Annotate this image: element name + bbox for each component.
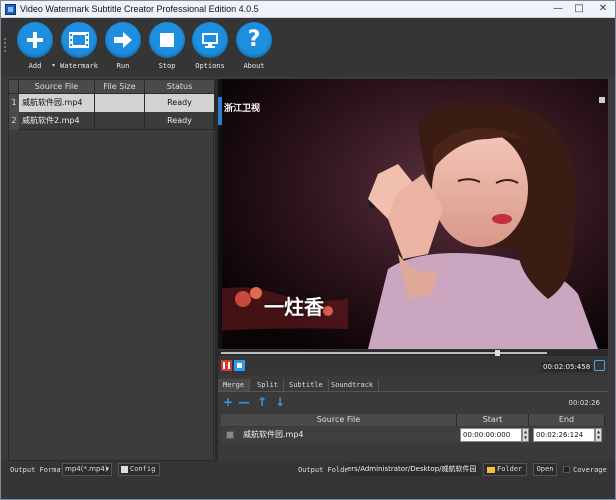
watermark-button[interactable]: Watermark <box>57 22 101 74</box>
about-button-label: About <box>243 62 265 70</box>
title-bar: Video Watermark Subtitle Creator Profess… <box>1 1 615 18</box>
config-button-label: Config <box>130 465 156 473</box>
source-file-cell: 威航软件园.mp4 <box>19 94 95 112</box>
row-number: 1 <box>9 94 19 112</box>
status-cell: Ready <box>145 112 215 130</box>
about-button[interactable]: ? About <box>232 22 276 74</box>
merge-panel: + — ↑ ↓ 00:02:26 Source File Start End 威… <box>218 391 608 461</box>
add-dropdown-icon[interactable]: ▾ <box>52 62 55 69</box>
move-up-icon[interactable]: ↑ <box>256 396 268 408</box>
seek-thumb[interactable] <box>495 350 500 356</box>
toolbar-grip-icon[interactable] <box>4 38 8 52</box>
playback-timecode: 00:02:05:458 <box>541 362 593 372</box>
tool-tabs: Merge Split Subtitle Soundtrack <box>218 379 608 391</box>
question-icon: ? <box>236 22 272 58</box>
end-time-stepper[interactable]: ▲ ▼ <box>595 428 602 442</box>
merge-start-header[interactable]: Start <box>457 414 529 426</box>
add-button[interactable]: Add ▾ <box>13 22 57 74</box>
config-button[interactable]: Config <box>118 463 160 476</box>
monitor-icon <box>192 22 228 58</box>
main-toolbar: Add ▾ Watermark Run Stop Options ? About <box>1 18 615 76</box>
start-time-stepper[interactable]: ▲ ▼ <box>522 428 529 442</box>
player-controls: 00:02:05:458 <box>218 357 608 375</box>
coverage-label: Coverage <box>573 466 607 474</box>
start-time-field[interactable]: 00:00:00:000 <box>460 428 522 442</box>
film-icon <box>61 22 97 58</box>
merge-table-header: Source File Start End <box>221 414 605 426</box>
tab-subtitle[interactable]: Subtitle <box>284 379 329 391</box>
end-time-field[interactable]: 00:02:26:124 <box>533 428 595 442</box>
output-format-label: Output Format <box>10 466 65 474</box>
add-icon[interactable]: + <box>222 396 234 408</box>
chevron-down-icon: ▾ <box>105 465 109 473</box>
source-file-list: Source File File Size Status 1 威航软件园.mp4… <box>8 79 215 461</box>
source-file-header[interactable]: Source File <box>19 80 95 94</box>
video-preview: 浙江卫视 一炷香 <box>218 79 608 349</box>
config-icon <box>121 466 128 473</box>
channel-logo-text: 浙江卫视 <box>224 104 261 114</box>
source-file-cell: 威航软件2.mp4 <box>19 112 95 130</box>
status-cell: Ready <box>145 94 215 112</box>
folder-button-label: Folder <box>497 465 523 473</box>
merge-end-header[interactable]: End <box>529 414 605 426</box>
output-folder-label: Output Folder <box>298 466 353 474</box>
window-title: Video Watermark Subtitle Creator Profess… <box>20 4 259 14</box>
pause-icon[interactable] <box>221 360 232 371</box>
stop-icon[interactable] <box>234 360 245 371</box>
close-button[interactable]: ✕ <box>595 2 611 16</box>
table-row[interactable]: 2 威航软件2.mp4 Ready <box>9 112 215 130</box>
tab-split[interactable]: Split <box>252 379 285 391</box>
plus-icon <box>17 22 53 58</box>
merge-source-file-header[interactable]: Source File <box>221 414 457 426</box>
add-button-label: Add <box>28 62 42 70</box>
options-button-label: Options <box>195 62 225 70</box>
coverage-checkbox[interactable] <box>563 466 570 473</box>
app-window: Video Watermark Subtitle Creator Profess… <box>0 0 616 500</box>
stop-button-label: Stop <box>158 62 176 70</box>
arrow-right-icon <box>105 22 141 58</box>
row-number-header <box>9 80 19 94</box>
move-down-icon[interactable]: ↓ <box>274 396 286 408</box>
row-number: 2 <box>9 112 19 130</box>
file-size-header[interactable]: File Size <box>95 80 145 94</box>
row-checkbox[interactable] <box>226 431 234 439</box>
watermark-button-label: Watermark <box>60 62 98 70</box>
output-format-select[interactable]: mp4(*.mp4) ▾ <box>62 463 112 476</box>
maximize-button[interactable]: □ <box>571 2 587 16</box>
stop-square-icon <box>149 22 185 58</box>
open-button[interactable]: Open <box>533 463 557 476</box>
merge-total-time: 00:02:26 <box>568 399 600 407</box>
minimize-button[interactable]: — <box>550 2 566 16</box>
tab-soundtrack[interactable]: Soundtrack <box>326 379 380 391</box>
table-row[interactable]: 1 威航软件园.mp4 Ready <box>9 94 215 112</box>
status-header[interactable]: Status <box>145 80 215 94</box>
run-button[interactable]: Run <box>101 22 145 74</box>
loop-icon[interactable] <box>594 360 605 371</box>
table-row[interactable]: 威航软件园.mp4 00:00:00:000 ▲ ▼ 00:02:26:124 ▲… <box>221 427 605 443</box>
options-button[interactable]: Options <box>188 22 232 74</box>
folder-button[interactable]: Folder <box>483 463 527 476</box>
video-caption-text: 一炷香 <box>264 295 324 319</box>
file-size-cell <box>95 112 145 130</box>
tab-merge[interactable]: Merge <box>218 379 251 391</box>
seek-slider[interactable] <box>218 350 608 356</box>
merge-source-file-cell: 威航软件园.mp4 <box>243 430 304 439</box>
output-format-value: mp4(*.mp4) <box>65 465 108 473</box>
file-table-header: Source File File Size Status <box>9 80 215 94</box>
app-logo-icon <box>5 4 16 15</box>
remove-icon[interactable]: — <box>238 396 250 408</box>
run-button-label: Run <box>116 62 130 70</box>
output-bar: Output Format mp4(*.mp4) ▾ Config Output… <box>1 461 615 499</box>
stop-button[interactable]: Stop <box>145 22 189 74</box>
folder-icon <box>487 467 495 473</box>
file-size-cell <box>95 94 145 112</box>
output-folder-path[interactable]: ers/Administrator/Desktop/威航软件园 <box>347 463 479 476</box>
